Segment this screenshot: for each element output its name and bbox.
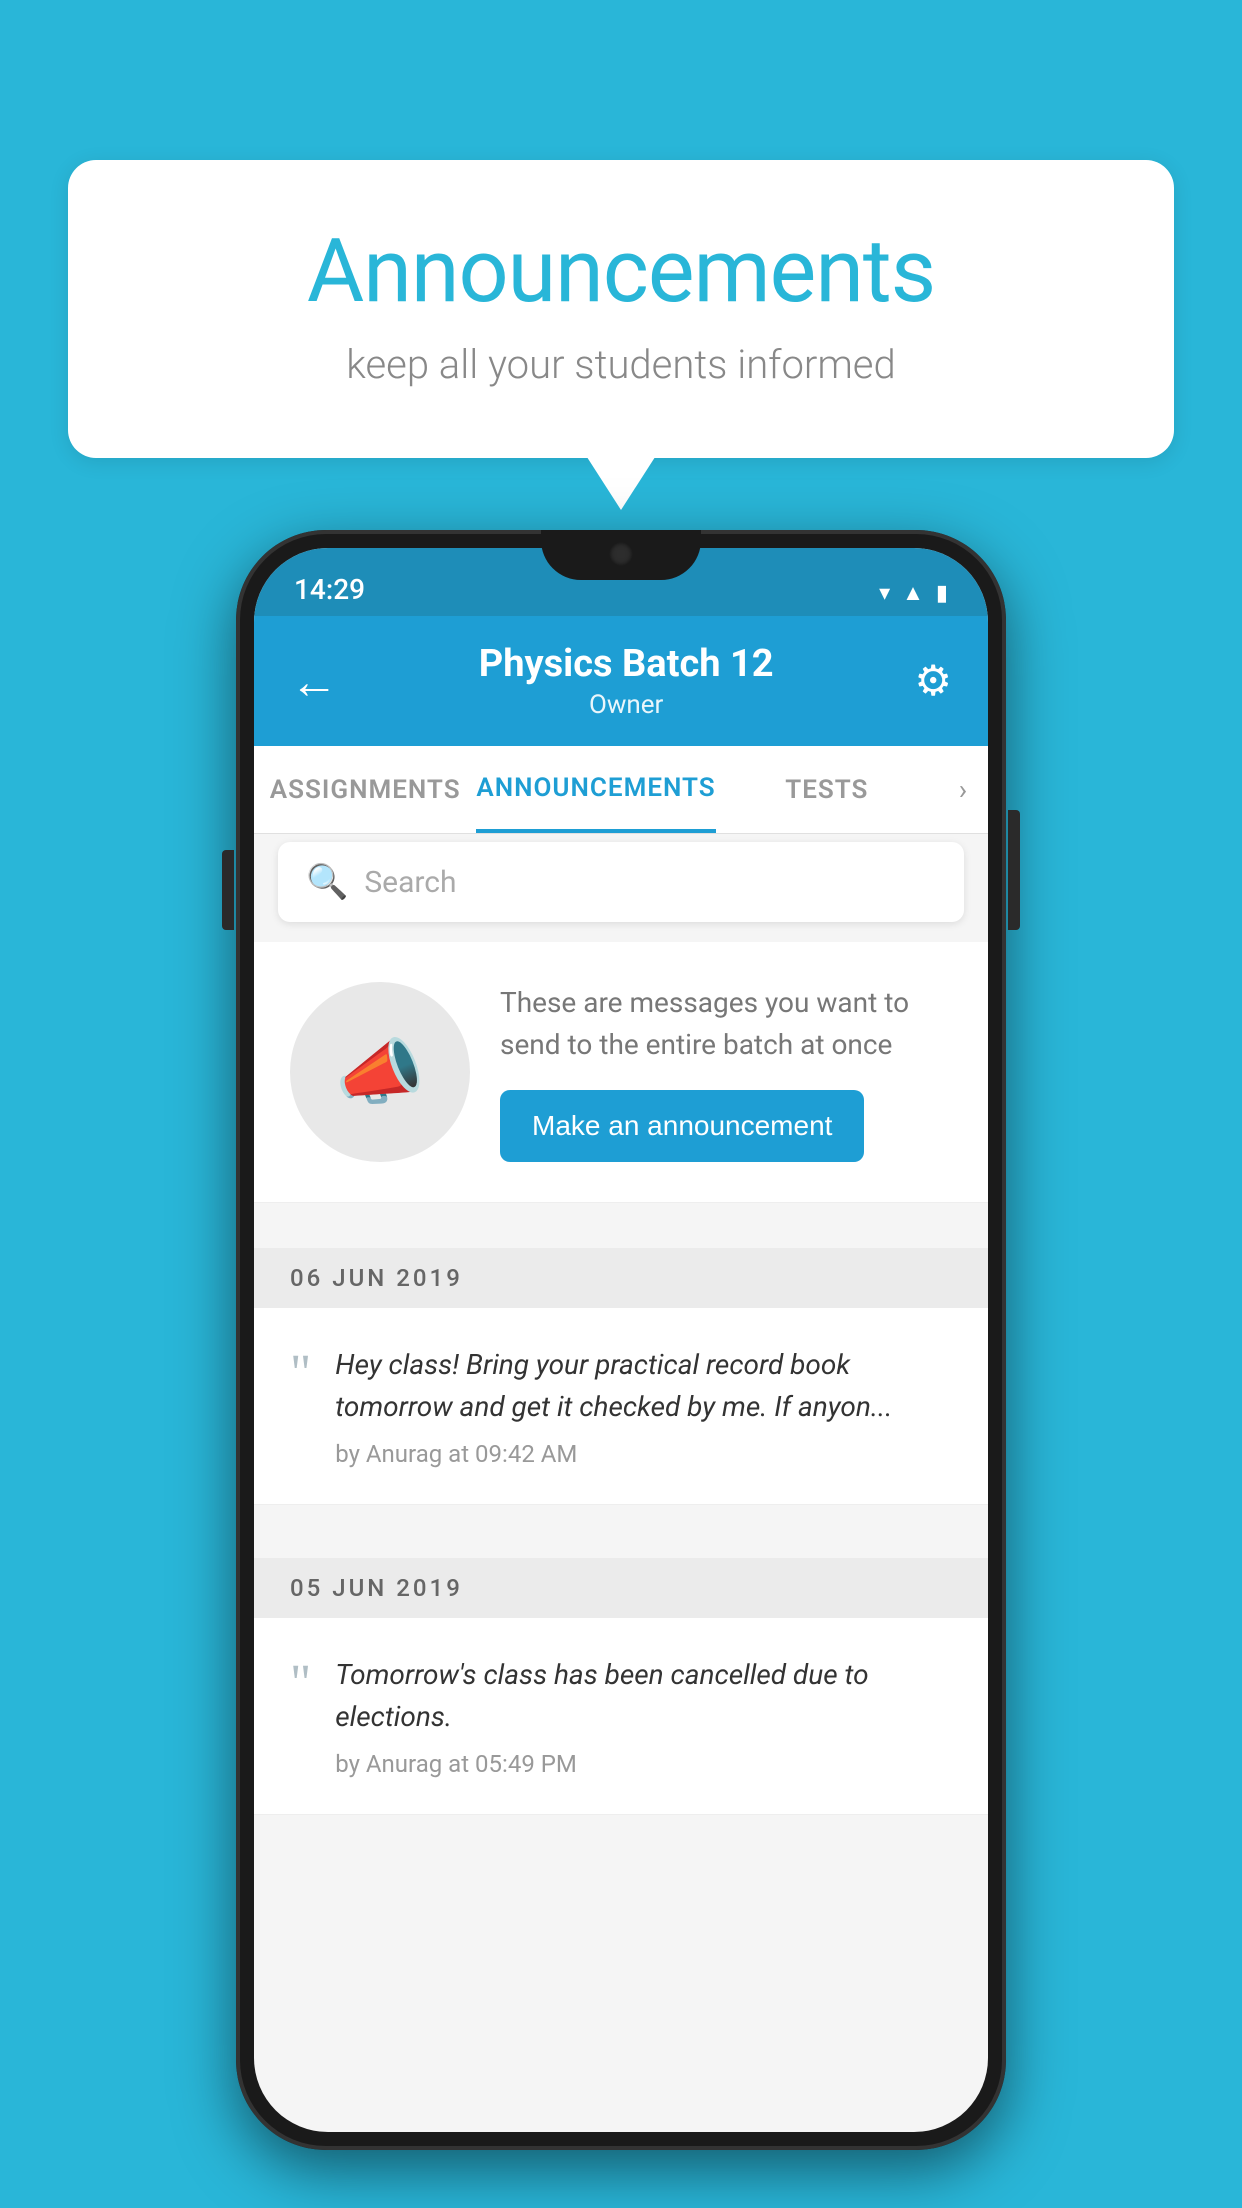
phone-outer: 14:29 ▾ ▲ ▮ ← Physics Batch 12 Owner ⚙ xyxy=(236,530,1006,2150)
quote-icon-2: " xyxy=(290,1658,311,1710)
speech-bubble-card: Announcements keep all your students inf… xyxy=(68,160,1174,458)
tabs-container: ASSIGNMENTS ANNOUNCEMENTS TESTS › xyxy=(254,746,988,834)
search-icon: 🔍 xyxy=(306,862,348,902)
announcement-item-2[interactable]: " Tomorrow's class has been cancelled du… xyxy=(254,1618,988,1815)
date-divider-2: 05 JUN 2019 xyxy=(254,1558,988,1618)
date-divider-1: 06 JUN 2019 xyxy=(254,1248,988,1308)
date-text-2: 05 JUN 2019 xyxy=(290,1574,463,1602)
ann-content-2: Tomorrow's class has been cancelled due … xyxy=(335,1654,952,1778)
phone-screen: 14:29 ▾ ▲ ▮ ← Physics Batch 12 Owner ⚙ xyxy=(254,548,988,2132)
tab-assignments[interactable]: ASSIGNMENTS xyxy=(254,746,476,833)
phone-notch xyxy=(541,530,701,580)
back-button[interactable]: ← xyxy=(290,653,338,710)
battery-icon: ▮ xyxy=(936,581,948,606)
tab-more[interactable]: › xyxy=(938,773,988,806)
bubble-subtitle: keep all your students informed xyxy=(148,341,1094,388)
quote-icon-1: " xyxy=(290,1348,311,1400)
camera xyxy=(609,542,633,566)
status-time: 14:29 xyxy=(294,573,365,606)
promo-card: 📣 These are messages you want to send to… xyxy=(254,942,988,1203)
ann-meta-2: by Anurag at 05:49 PM xyxy=(335,1750,952,1778)
speech-bubble-section: Announcements keep all your students inf… xyxy=(68,160,1174,458)
bubble-title: Announcements xyxy=(148,220,1094,323)
announcement-item-1[interactable]: " Hey class! Bring your practical record… xyxy=(254,1308,988,1505)
search-bar[interactable]: 🔍 Search xyxy=(278,842,964,922)
promo-icon-circle: 📣 xyxy=(290,982,470,1162)
header-subtitle: Owner xyxy=(479,690,774,720)
ann-meta-1: by Anurag at 09:42 AM xyxy=(335,1440,952,1468)
search-placeholder: Search xyxy=(364,865,456,900)
ann-message-1: Hey class! Bring your practical record b… xyxy=(335,1344,952,1428)
tab-tests[interactable]: TESTS xyxy=(716,746,938,833)
settings-icon[interactable]: ⚙ xyxy=(914,656,952,706)
wifi-icon: ▾ xyxy=(879,581,890,606)
make-announcement-button[interactable]: Make an announcement xyxy=(500,1090,864,1162)
ann-message-2: Tomorrow's class has been cancelled due … xyxy=(335,1654,952,1738)
promo-description: These are messages you want to send to t… xyxy=(500,982,952,1066)
megaphone-icon: 📣 xyxy=(335,1030,425,1115)
status-icons: ▾ ▲ ▮ xyxy=(879,580,948,606)
signal-icon: ▲ xyxy=(902,580,924,606)
app-header: ← Physics Batch 12 Owner ⚙ xyxy=(254,616,988,746)
header-center: Physics Batch 12 Owner xyxy=(479,642,774,720)
tab-announcements[interactable]: ANNOUNCEMENTS xyxy=(476,746,715,833)
promo-content: These are messages you want to send to t… xyxy=(500,982,952,1162)
date-text-1: 06 JUN 2019 xyxy=(290,1264,463,1292)
header-title: Physics Batch 12 xyxy=(479,642,774,686)
ann-content-1: Hey class! Bring your practical record b… xyxy=(335,1344,952,1468)
phone-mockup: 14:29 ▾ ▲ ▮ ← Physics Batch 12 Owner ⚙ xyxy=(236,530,1006,2150)
